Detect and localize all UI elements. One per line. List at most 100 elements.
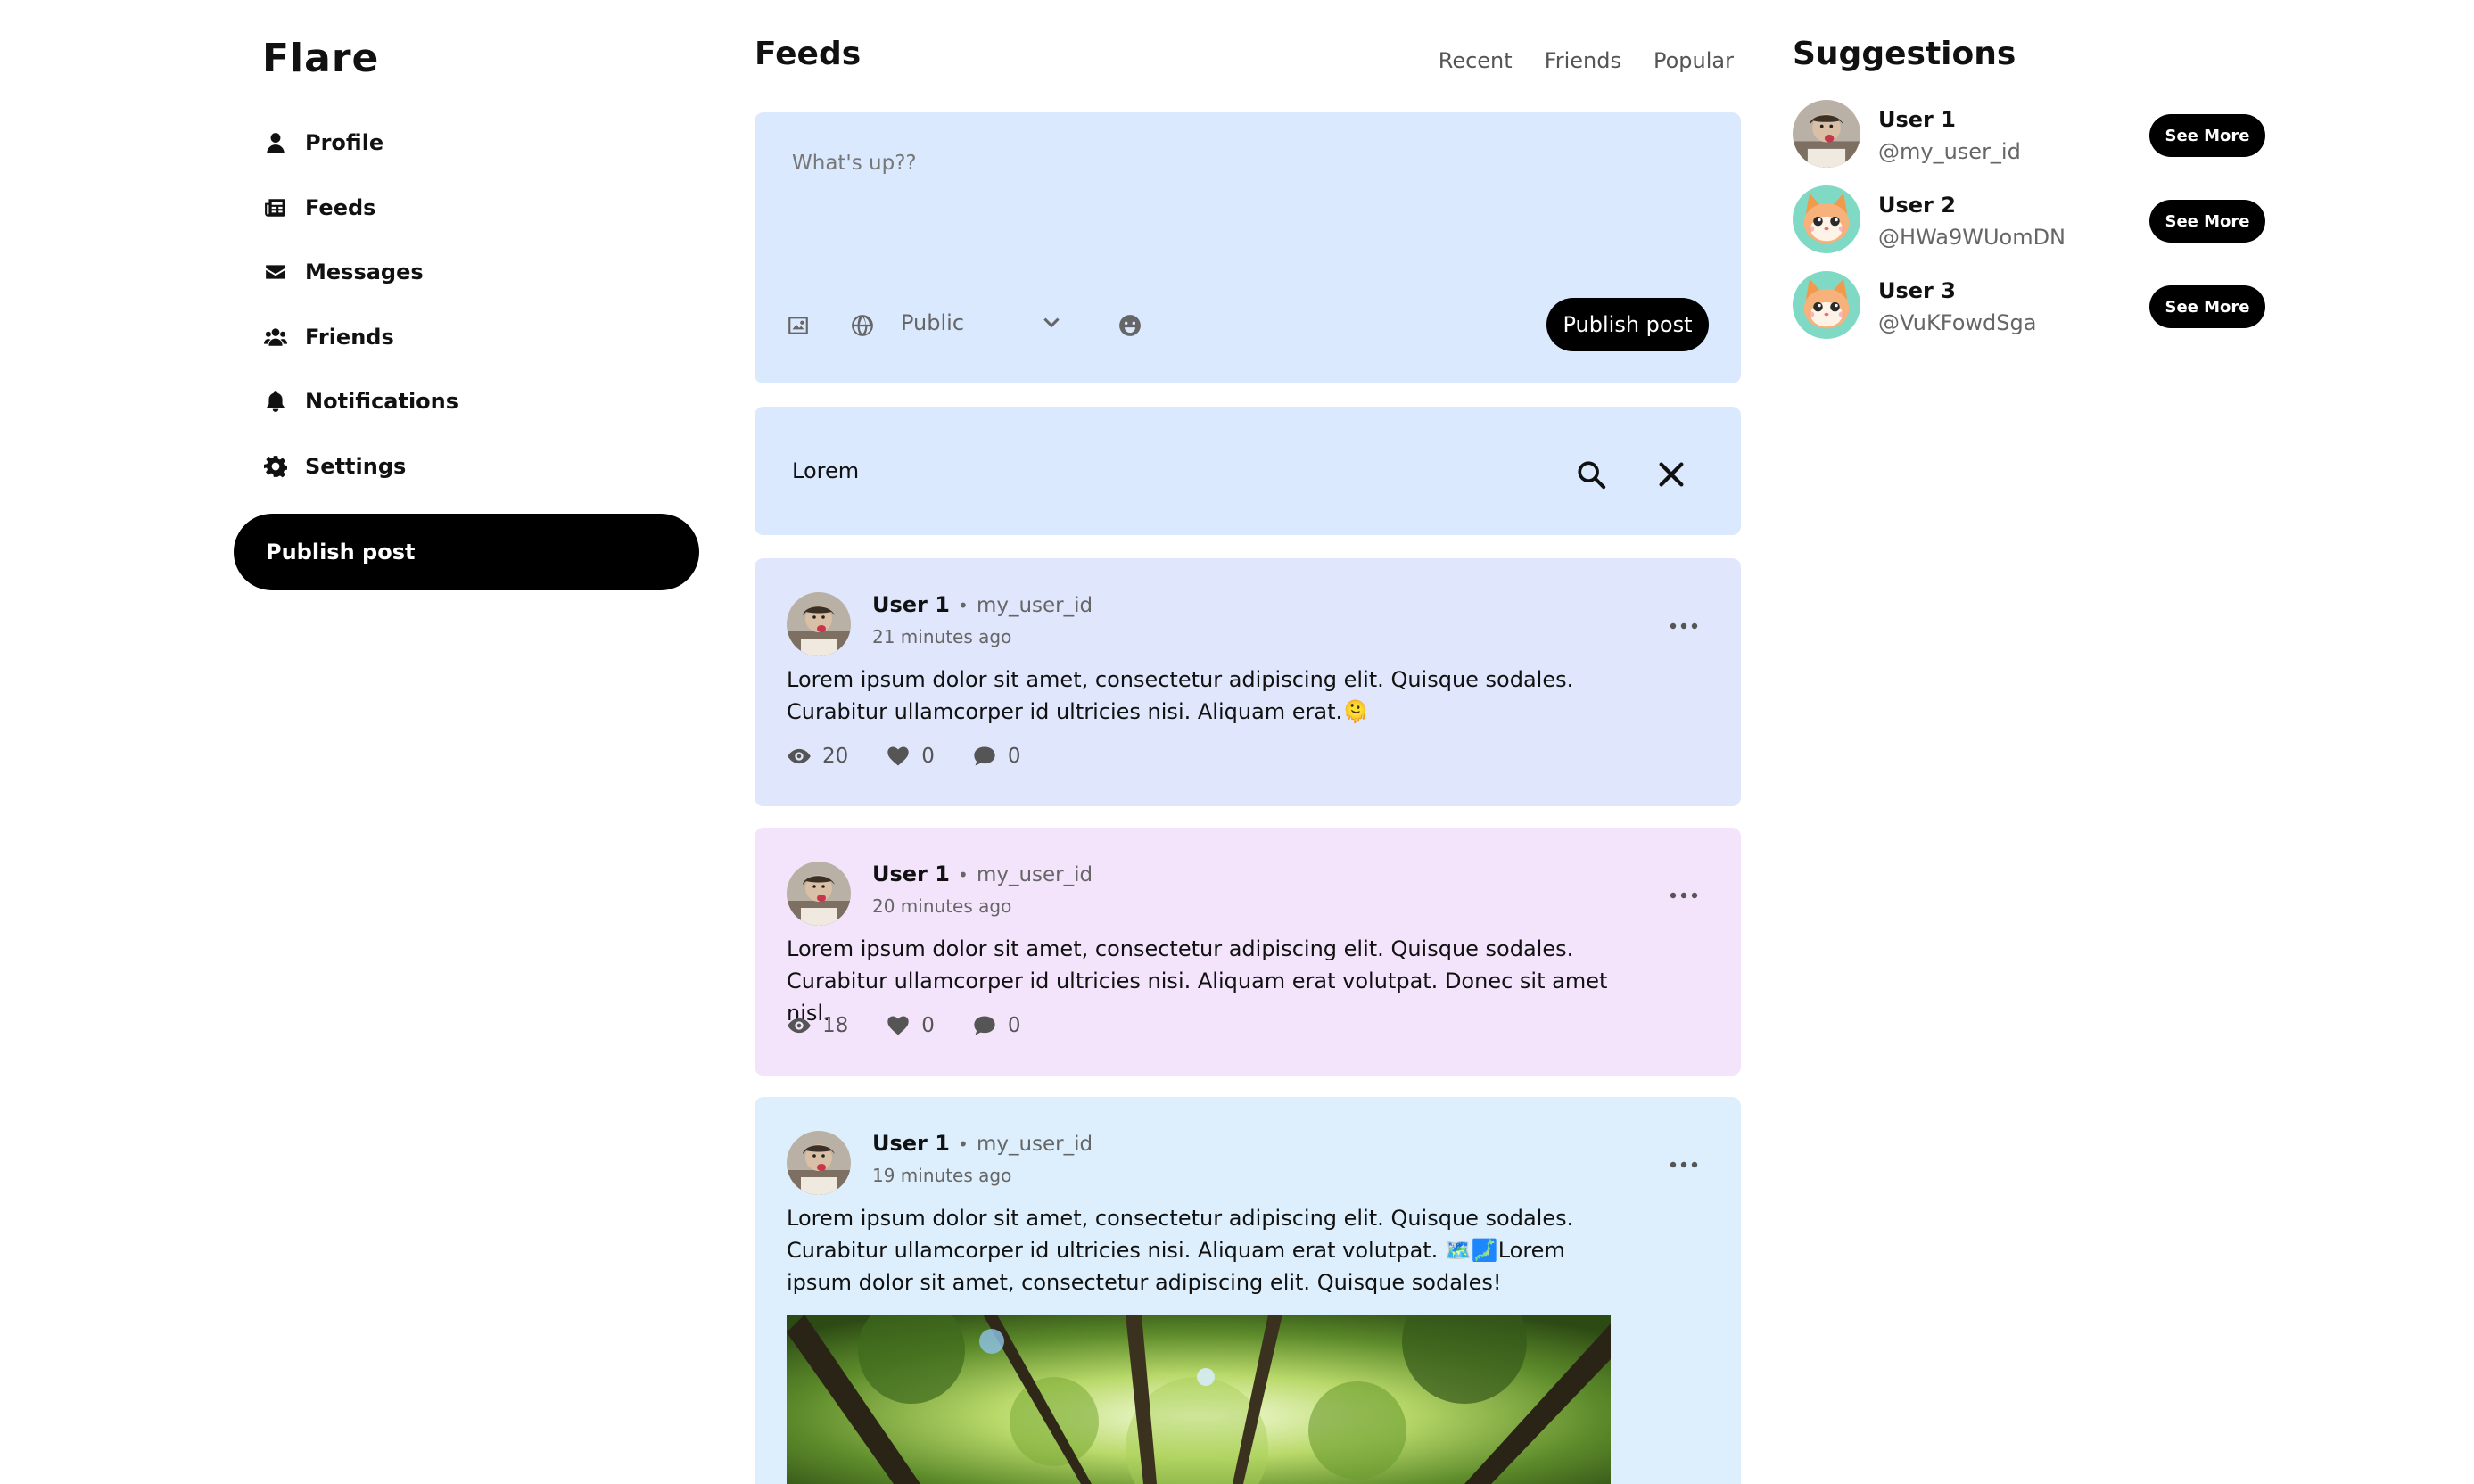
separator-dot: • xyxy=(958,1134,969,1155)
chevron-down-icon[interactable] xyxy=(1038,310,1065,337)
likes-stat[interactable]: 0 xyxy=(886,1013,935,1038)
heart-icon xyxy=(887,1016,909,1035)
post-handle[interactable]: my_user_id xyxy=(977,863,1093,886)
suggestion-handle: @my_user_id xyxy=(1878,139,2021,164)
likes-stat[interactable]: 0 xyxy=(886,744,935,769)
post-author[interactable]: User 1 xyxy=(872,862,950,886)
sidebar-item-settings[interactable]: Settings xyxy=(262,445,672,488)
see-more-button[interactable]: See More xyxy=(2149,285,2265,328)
eye-icon xyxy=(788,748,811,764)
post-card: User 1 • my_user_id 20 minutes ago Lorem… xyxy=(755,828,1741,1076)
sidebar-item-label: Notifications xyxy=(305,389,459,415)
post-handle[interactable]: my_user_id xyxy=(977,1133,1093,1156)
sidebar-item-feeds[interactable]: Feeds xyxy=(262,186,672,229)
sidebar-item-label: Messages xyxy=(305,260,424,285)
tab-popular[interactable]: Popular xyxy=(1653,48,1734,73)
more-options-icon[interactable] xyxy=(1666,878,1702,913)
likes-count: 0 xyxy=(921,745,935,768)
views-count: 18 xyxy=(822,1014,849,1037)
more-options-icon[interactable] xyxy=(1666,608,1702,644)
post-stats: 18 0 0 xyxy=(787,1013,1059,1038)
avatar[interactable] xyxy=(1793,271,1860,339)
post-author[interactable]: User 1 xyxy=(872,1131,950,1156)
sidebar-item-label: Friends xyxy=(305,324,394,350)
page-title: Feeds xyxy=(755,36,862,72)
heart-icon xyxy=(887,746,909,766)
composer-publish-button[interactable]: Publish post xyxy=(1546,298,1709,351)
comment-icon xyxy=(974,1016,995,1035)
suggestion-item: User 3 @VuKFowdSga See More xyxy=(1793,271,2265,342)
post-author[interactable]: User 1 xyxy=(872,592,950,617)
post-text: Lorem ipsum dolor sit amet, consectetur … xyxy=(787,1206,1574,1295)
suggestion-name[interactable]: User 2 xyxy=(1878,193,1956,218)
see-more-button[interactable]: See More xyxy=(2149,114,2265,157)
comment-icon xyxy=(974,746,995,766)
see-more-button[interactable]: See More xyxy=(2149,200,2265,243)
comments-count: 0 xyxy=(1007,1014,1021,1037)
post-header: User 1 • my_user_id xyxy=(872,592,1093,617)
close-icon[interactable] xyxy=(1653,457,1689,492)
privacy-select[interactable]: Public xyxy=(901,310,964,335)
separator-dot: • xyxy=(958,864,969,886)
sidebar-item-friends[interactable]: Friends xyxy=(262,316,672,359)
comments-stat[interactable]: 0 xyxy=(972,1013,1021,1038)
envelope-icon xyxy=(262,259,289,285)
views-count: 20 xyxy=(822,745,849,768)
suggestion-name[interactable]: User 3 xyxy=(1878,278,1956,303)
eye-icon xyxy=(788,1018,811,1034)
post-handle[interactable]: my_user_id xyxy=(977,594,1093,617)
tab-recent[interactable]: Recent xyxy=(1439,48,1513,73)
sidebar-item-label: Profile xyxy=(305,130,384,155)
likes-count: 0 xyxy=(921,1014,935,1037)
more-options-icon[interactable] xyxy=(1666,1147,1702,1183)
sidebar-item-label: Settings xyxy=(305,453,407,479)
emoji-icon[interactable] xyxy=(1117,312,1143,339)
avatar[interactable] xyxy=(1793,186,1860,253)
post-timestamp: 21 minutes ago xyxy=(872,626,1012,647)
suggestions-title: Suggestions xyxy=(1793,36,2016,72)
image-icon[interactable] xyxy=(785,312,812,339)
users-icon xyxy=(262,324,289,350)
post-timestamp: 19 minutes ago xyxy=(872,1165,1012,1186)
sidebar-item-messages[interactable]: Messages xyxy=(262,251,672,293)
post-image[interactable] xyxy=(787,1315,1611,1484)
bell-icon xyxy=(262,388,289,415)
post-card: User 1 • my_user_id 19 minutes ago Lorem… xyxy=(755,1097,1741,1484)
newspaper-icon xyxy=(262,194,289,221)
sidebar-item-notifications[interactable]: Notifications xyxy=(262,380,672,423)
search-icon[interactable] xyxy=(1573,457,1609,492)
user-icon xyxy=(262,129,289,156)
tab-friends[interactable]: Friends xyxy=(1545,48,1621,73)
suggestion-item: User 2 @HWa9WUomDN See More xyxy=(1793,186,2265,257)
views-stat[interactable]: 18 xyxy=(787,1013,848,1038)
separator-dot: • xyxy=(958,595,969,616)
post-header: User 1 • my_user_id xyxy=(872,1131,1093,1156)
composer-textarea[interactable]: What's up?? xyxy=(792,152,917,175)
views-stat[interactable]: 20 xyxy=(787,744,848,769)
sidebar-item-profile[interactable]: Profile xyxy=(262,121,672,164)
avatar[interactable] xyxy=(787,1131,851,1195)
suggestion-name[interactable]: User 1 xyxy=(1878,107,1956,132)
avatar[interactable] xyxy=(787,862,851,926)
feed-filter-tabs: Recent Friends Popular xyxy=(1439,48,1734,73)
search-input[interactable]: Lorem xyxy=(792,458,859,483)
post-composer: What's up?? Public Publish post xyxy=(755,112,1741,383)
sidebar-nav: Profile Feeds Messages Friends Notificat… xyxy=(262,121,672,510)
gear-icon xyxy=(262,453,289,480)
globe-icon[interactable] xyxy=(849,312,876,339)
sidebar-publish-button[interactable]: Publish post xyxy=(234,514,699,590)
avatar[interactable] xyxy=(1793,100,1860,168)
suggestion-handle: @VuKFowdSga xyxy=(1878,310,2037,335)
comments-count: 0 xyxy=(1007,745,1021,768)
suggestion-item: User 1 @my_user_id See More xyxy=(1793,100,2265,171)
comments-stat[interactable]: 0 xyxy=(972,744,1021,769)
post-header: User 1 • my_user_id xyxy=(872,862,1093,886)
suggestion-handle: @HWa9WUomDN xyxy=(1878,225,2066,250)
app-logo[interactable]: Flare xyxy=(262,36,379,81)
post-card: User 1 • my_user_id 21 minutes ago Lorem… xyxy=(755,558,1741,806)
sidebar-item-label: Feeds xyxy=(305,194,376,220)
avatar[interactable] xyxy=(787,592,851,656)
search-bar: Lorem xyxy=(755,407,1741,535)
post-stats: 20 0 0 xyxy=(787,744,1059,769)
post-text: Lorem ipsum dolor sit amet, consectetur … xyxy=(787,667,1574,724)
